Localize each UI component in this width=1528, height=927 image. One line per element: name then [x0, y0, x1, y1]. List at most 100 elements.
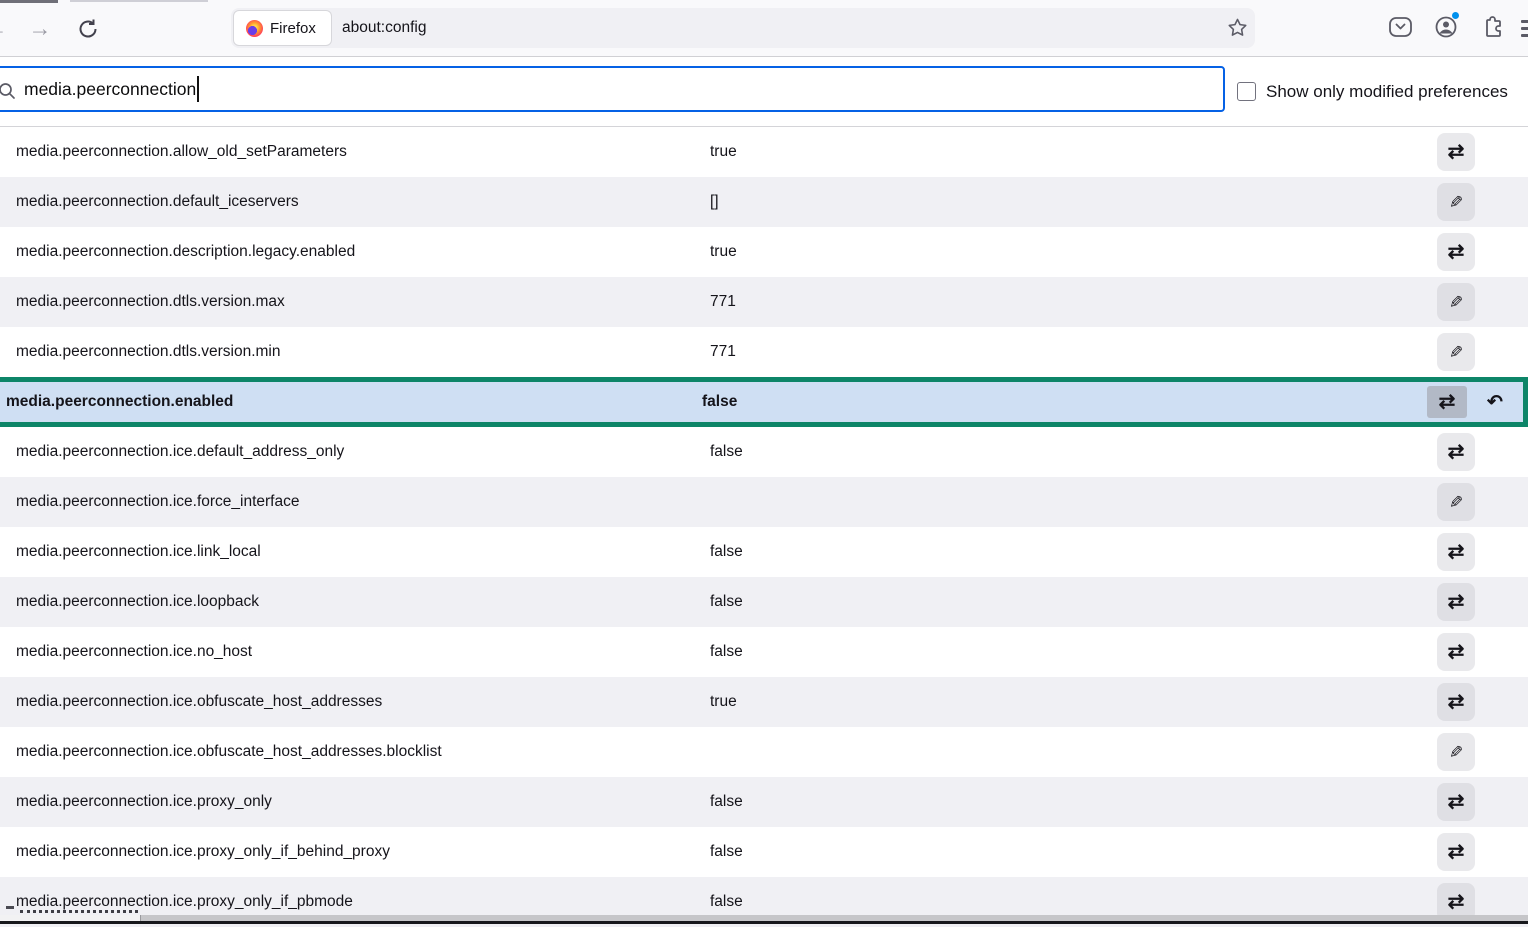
pref-name: media.peerconnection.ice.obfuscate_host_… [16, 727, 442, 777]
toggle-button[interactable]: ⇄ [1437, 783, 1475, 821]
pref-value: false [710, 427, 743, 477]
pref-actions: ⇄ [1437, 633, 1475, 671]
pref-row[interactable]: media.peerconnection.ice.link_local false… [0, 527, 1528, 577]
pref-value: false [710, 577, 743, 627]
search-input-value: media.peerconnection [24, 79, 196, 100]
pref-value: 771 [710, 327, 736, 377]
toggle-button[interactable]: ⇄ [1427, 386, 1467, 418]
pref-actions: ✎ [1437, 183, 1475, 221]
toggle-icon: ⇄ [1448, 692, 1465, 712]
pref-name: media.peerconnection.ice.loopback [16, 577, 259, 627]
background-window-text-fragment [6, 904, 140, 915]
pref-actions: ⇄↶ [1427, 386, 1513, 418]
pref-row[interactable]: media.peerconnection.ice.proxy_only false… [0, 777, 1528, 827]
pref-row[interactable]: media.peerconnection.dtls.version.min 771… [0, 327, 1528, 377]
toggle-button[interactable]: ⇄ [1437, 233, 1475, 271]
search-input[interactable]: media.peerconnection [0, 66, 1225, 112]
text-caret [197, 76, 199, 102]
pencil-icon: ✎ [1449, 194, 1463, 211]
edit-button[interactable]: ✎ [1437, 333, 1475, 371]
pref-row[interactable]: media.peerconnection.ice.proxy_only_if_b… [0, 827, 1528, 877]
toggle-button[interactable]: ⇄ [1437, 533, 1475, 571]
pref-value: false [710, 527, 743, 577]
pref-name: media.peerconnection.ice.no_host [16, 627, 252, 677]
forward-button[interactable]: → [26, 0, 54, 57]
extensions-puzzle-icon[interactable] [1481, 15, 1505, 39]
pref-value: false [710, 827, 743, 877]
toggle-icon: ⇄ [1448, 542, 1465, 562]
edit-button[interactable]: ✎ [1437, 283, 1475, 321]
pref-actions: ⇄ [1437, 533, 1475, 571]
config-search-section: media.peerconnection Show only modified … [0, 57, 1528, 127]
menu-icon[interactable] [1521, 20, 1528, 37]
toggle-button[interactable]: ⇄ [1437, 833, 1475, 871]
toggle-icon: ⇄ [1448, 442, 1465, 462]
pref-name: media.peerconnection.allow_old_setParame… [16, 127, 347, 177]
pref-value: true [710, 677, 737, 727]
toggle-button[interactable]: ⇄ [1437, 683, 1475, 721]
show-modified-checkbox[interactable] [1237, 82, 1256, 101]
url-text: about:config [342, 8, 426, 48]
toggle-button[interactable]: ⇄ [1437, 133, 1475, 171]
edit-button[interactable]: ✎ [1437, 183, 1475, 221]
firefox-logo-icon [246, 20, 263, 37]
pref-name: media.peerconnection.ice.obfuscate_host_… [16, 677, 382, 727]
pref-name: media.peerconnection.dtls.version.min [16, 327, 281, 377]
toggle-button[interactable]: ⇄ [1437, 633, 1475, 671]
pocket-icon[interactable] [1388, 15, 1413, 39]
pref-name: media.peerconnection.ice.force_interface [16, 477, 299, 527]
firefox-chip-label: Firefox [270, 20, 316, 37]
reset-button[interactable]: ↶ [1477, 386, 1513, 418]
pref-name: media.peerconnection.enabled [6, 382, 233, 422]
browser-toolbar: ← → Firefox about:config [0, 0, 1528, 57]
pencil-icon: ✎ [1449, 494, 1463, 511]
pref-value: true [710, 127, 737, 177]
toggle-button[interactable]: ⇄ [1437, 583, 1475, 621]
edit-button[interactable]: ✎ [1437, 483, 1475, 521]
pref-row[interactable]: media.peerconnection.dtls.version.max771… [0, 277, 1528, 327]
pref-row[interactable]: media.peerconnection.ice.force_interface… [0, 477, 1528, 527]
pref-row[interactable]: media.peerconnection.ice.no_host false ⇄ [0, 627, 1528, 677]
firefox-identity-chip[interactable]: Firefox [234, 11, 331, 45]
toggle-icon: ⇄ [1448, 642, 1465, 662]
pref-row[interactable]: media.peerconnection.description.legacy.… [0, 227, 1528, 277]
back-button[interactable]: ← [0, 0, 10, 57]
preferences-table: media.peerconnection.allow_old_setParame… [0, 127, 1528, 927]
reload-button[interactable] [74, 0, 102, 57]
pref-actions: ✎ [1437, 483, 1475, 521]
pref-value: 771 [710, 277, 736, 327]
pref-row[interactable]: media.peerconnection.ice.loopback false ⇄ [0, 577, 1528, 627]
account-notification-badge [1451, 11, 1460, 20]
pref-row[interactable]: media.peerconnection.allow_old_setParame… [0, 127, 1528, 177]
pref-actions: ⇄ [1437, 133, 1475, 171]
pref-row[interactable]: media.peerconnection.ice.obfuscate_host_… [0, 677, 1528, 727]
edit-button[interactable]: ✎ [1437, 733, 1475, 771]
pref-actions: ⇄ [1437, 833, 1475, 871]
pref-value: false [710, 777, 743, 827]
search-icon [0, 82, 16, 100]
pref-name: media.peerconnection.description.legacy.… [16, 227, 355, 277]
pref-row[interactable]: media.peerconnection.ice.obfuscate_host_… [0, 727, 1528, 777]
toggle-button[interactable]: ⇄ [1437, 433, 1475, 471]
pref-name: media.peerconnection.ice.default_address… [16, 427, 344, 477]
pref-actions: ✎ [1437, 333, 1475, 371]
pref-actions: ✎ [1437, 283, 1475, 321]
pref-row-selected[interactable]: media.peerconnection.enabledfalse⇄↶ [0, 377, 1528, 427]
toggle-icon: ⇄ [1448, 842, 1465, 862]
toggle-icon: ⇄ [1448, 892, 1465, 912]
pref-name: media.peerconnection.ice.proxy_only [16, 777, 272, 827]
pencil-icon: ✎ [1449, 344, 1463, 361]
pref-row[interactable]: media.peerconnection.ice.default_address… [0, 427, 1528, 477]
pref-actions: ⇄ [1437, 233, 1475, 271]
pref-name: media.peerconnection.ice.link_local [16, 527, 261, 577]
pref-actions: ✎ [1437, 733, 1475, 771]
pencil-icon: ✎ [1449, 294, 1463, 311]
url-bar[interactable]: Firefox about:config [231, 8, 1255, 48]
pref-actions: ⇄ [1437, 683, 1475, 721]
pref-actions: ⇄ [1437, 583, 1475, 621]
pref-value: false [710, 627, 743, 677]
bookmark-star-icon[interactable] [1227, 17, 1248, 38]
toggle-icon: ⇄ [1439, 392, 1456, 412]
pref-name: media.peerconnection.ice.proxy_only_if_b… [16, 827, 390, 877]
pref-row[interactable]: media.peerconnection.default_iceservers[… [0, 177, 1528, 227]
